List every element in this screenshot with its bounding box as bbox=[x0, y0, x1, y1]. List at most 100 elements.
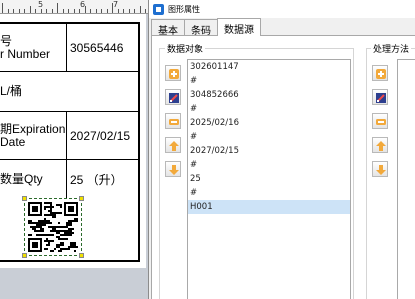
move-up-icon bbox=[376, 141, 386, 151]
move-down-button[interactable] bbox=[165, 161, 181, 177]
ruler-tick bbox=[79, 9, 80, 13]
edit-icon bbox=[376, 93, 386, 103]
add-button[interactable] bbox=[372, 65, 388, 81]
data-object-item[interactable]: 302601147 bbox=[188, 60, 350, 74]
ruler-tick bbox=[123, 9, 124, 13]
label-row[interactable]: L/桶 bbox=[0, 72, 140, 112]
ruler-number: 5 bbox=[38, 0, 44, 9]
label-field-name[interactable]: 数量Qty bbox=[0, 160, 66, 198]
data-object-item[interactable]: # bbox=[188, 74, 350, 88]
ruler-tick bbox=[145, 9, 146, 13]
label-field-name[interactable]: 期Expiration Date bbox=[0, 112, 66, 159]
tab-panel-datasource: 数据对象 302601147 #304852666 #2025/02/16 #2027… bbox=[151, 35, 415, 299]
tab-basic[interactable]: 基本 bbox=[151, 19, 185, 37]
data-object-item[interactable]: 304852666 bbox=[188, 88, 350, 102]
data-objects-group: 数据对象 302601147 #304852666 #2025/02/16 #2027… bbox=[159, 42, 354, 299]
label-field-value[interactable]: 2027/02/15 bbox=[70, 112, 140, 159]
ruler-tick bbox=[134, 9, 135, 13]
canvas-background bbox=[0, 268, 146, 299]
ruler-tick bbox=[51, 9, 53, 13]
label-row[interactable]: 期Expiration Date 2027/02/15 bbox=[0, 112, 140, 160]
add-icon bbox=[376, 69, 386, 79]
ruler-tick bbox=[46, 9, 47, 13]
processing-methods-title: 处理方法 bbox=[371, 42, 412, 55]
tab-strip: 基本 条码 数据源 bbox=[151, 18, 261, 37]
edit-button[interactable] bbox=[165, 89, 181, 105]
data-objects-list[interactable]: 302601147 #304852666 #2025/02/16 #2027/02/1… bbox=[187, 59, 351, 299]
ruler-tick bbox=[128, 9, 130, 13]
move-down-button[interactable] bbox=[372, 161, 388, 177]
label-field-name[interactable]: 号 r Number bbox=[0, 24, 66, 71]
processing-methods-list[interactable] bbox=[397, 59, 415, 299]
data-object-item[interactable]: 25 bbox=[188, 172, 350, 186]
processing-toolbar bbox=[372, 65, 388, 185]
move-down-icon bbox=[169, 165, 179, 175]
edit-button[interactable] bbox=[372, 89, 388, 105]
data-objects-title: 数据对象 bbox=[165, 42, 206, 55]
label-canvas[interactable]: 5 6 7 号 r Number 30565446 L/桶 期Expiration Dat… bbox=[0, 0, 148, 299]
app-window: 5 6 7 号 r Number 30565446 L/桶 期Expiration Dat… bbox=[0, 0, 415, 299]
data-object-item[interactable]: # bbox=[188, 130, 350, 144]
ruler-tick bbox=[18, 9, 20, 13]
add-icon bbox=[169, 69, 179, 79]
ruler-tick bbox=[7, 9, 9, 13]
add-button[interactable] bbox=[165, 65, 181, 81]
ruler-tick bbox=[29, 6, 31, 13]
ruler-tick bbox=[68, 9, 69, 13]
tab-barcode[interactable]: 条码 bbox=[184, 19, 218, 37]
ruler-tick bbox=[2, 3, 3, 13]
data-object-item[interactable]: # bbox=[188, 102, 350, 116]
move-down-icon bbox=[376, 165, 386, 175]
ruler-tick bbox=[117, 9, 119, 13]
label-row[interactable]: 数量Qty 25 （升） bbox=[0, 160, 140, 198]
move-up-button[interactable] bbox=[372, 137, 388, 153]
ruler-tick bbox=[13, 9, 14, 13]
qr-code-object[interactable] bbox=[22, 196, 84, 258]
tab-datasource[interactable]: 数据源 bbox=[217, 18, 261, 36]
resize-handle[interactable] bbox=[79, 253, 84, 258]
ruler-tick bbox=[62, 9, 64, 13]
data-object-item[interactable]: # bbox=[188, 186, 350, 200]
ruler-tick bbox=[95, 9, 97, 13]
delete-button[interactable] bbox=[165, 113, 181, 129]
dialog-titlebar[interactable]: 图形属性 bbox=[149, 0, 415, 18]
resize-handle[interactable] bbox=[22, 253, 27, 258]
ruler-tick bbox=[35, 9, 36, 13]
ruler-tick bbox=[73, 9, 75, 13]
ruler-number: 7 bbox=[113, 0, 119, 9]
ruler-tick bbox=[40, 9, 42, 13]
cell-divider bbox=[66, 24, 67, 71]
delete-icon bbox=[169, 119, 179, 125]
ruler-tick bbox=[106, 9, 108, 13]
cell-divider bbox=[66, 112, 67, 159]
resize-handle[interactable] bbox=[22, 196, 27, 201]
app-icon bbox=[153, 3, 164, 15]
data-object-item[interactable]: H001 bbox=[188, 200, 350, 214]
horizontal-ruler: 5 6 7 bbox=[0, 0, 148, 14]
shape-properties-dialog: 图形属性 基本 条码 数据源 数据对象 302601147 #304852666 #20… bbox=[148, 0, 415, 299]
data-object-item[interactable]: 2025/02/16 bbox=[188, 116, 350, 130]
delete-icon bbox=[376, 119, 386, 125]
move-up-button[interactable] bbox=[165, 137, 181, 153]
edit-icon bbox=[169, 93, 179, 103]
label-field-name[interactable]: L/桶 bbox=[0, 72, 66, 111]
label-row[interactable]: 号 r Number 30565446 bbox=[0, 24, 140, 72]
ruler-number: 6 bbox=[80, 0, 86, 9]
move-up-icon bbox=[169, 141, 179, 151]
label-field-value[interactable]: 25 （升） bbox=[70, 160, 140, 198]
qr-code-icon bbox=[28, 202, 78, 252]
ruler-tick bbox=[101, 9, 102, 13]
processing-methods-group: 处理方法 bbox=[366, 42, 415, 299]
dialog-title: 图形属性 bbox=[168, 4, 200, 14]
resize-handle[interactable] bbox=[79, 196, 84, 201]
data-object-item[interactable]: # bbox=[188, 158, 350, 172]
ruler-tick bbox=[57, 3, 58, 13]
ruler-tick bbox=[90, 9, 91, 13]
ruler-tick bbox=[139, 6, 141, 13]
ruler-tick bbox=[24, 9, 25, 13]
label-field-value[interactable]: 30565446 bbox=[70, 24, 140, 71]
data-object-toolbar bbox=[165, 65, 181, 185]
cell-divider bbox=[66, 160, 67, 198]
data-object-item[interactable]: 2027/02/15 bbox=[188, 144, 350, 158]
delete-button[interactable] bbox=[372, 113, 388, 129]
